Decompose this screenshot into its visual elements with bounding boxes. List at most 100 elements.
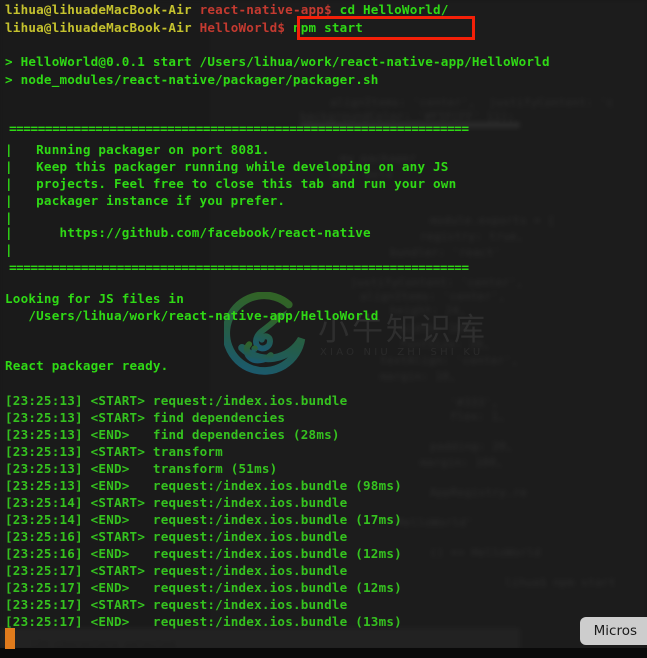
log-gap — [83, 478, 91, 493]
log-tag: <START> — [90, 563, 146, 578]
log-tag: <START> — [90, 529, 146, 544]
log-row: [23:25:16] <END> request:/index.ios.bund… — [5, 545, 402, 562]
taskbar-chip-microsoft[interactable]: Micros — [579, 617, 647, 645]
banner-line: | packager instance if you prefer. — [5, 193, 286, 208]
log-row: [23:25:13] <START> transform — [5, 443, 223, 460]
banner-rule-bottom: ========================================… — [9, 260, 469, 275]
log-gap — [83, 580, 91, 595]
command-highlight-box — [297, 16, 475, 40]
terminal-cursor — [5, 628, 15, 649]
log-tag: <START> — [90, 393, 146, 408]
log-tag: <END> — [90, 478, 130, 493]
log-time: [23:25:16] — [5, 529, 83, 544]
log-tag: <START> — [90, 410, 146, 425]
log-tag: <START> — [90, 597, 146, 612]
log-message: request:/index.ios.bundle (98ms) — [137, 478, 402, 493]
log-gap — [145, 410, 153, 425]
log-tag: <END> — [90, 580, 130, 595]
log-row: [23:25:13] <END> transform (51ms) — [5, 460, 277, 477]
log-message: request:/index.ios.bundle (17ms) — [137, 512, 402, 527]
prompt-user-host: lihua@lihuadeMacBook-Air — [5, 20, 192, 35]
log-gap — [145, 529, 153, 544]
log-row: [23:25:17] <START> request:/index.ios.bu… — [5, 562, 347, 579]
log-time: [23:25:16] — [5, 546, 83, 561]
npm-output-line: > HelloWorld@0.0.1 start /Users/lihua/wo… — [5, 54, 550, 69]
log-message: request:/index.ios.bundle — [152, 393, 348, 408]
log-time: [23:25:13] — [5, 393, 83, 408]
log-message: transform (51ms) — [137, 461, 278, 476]
log-tag: <END> — [90, 461, 130, 476]
log-time: [23:25:17] — [5, 580, 83, 595]
bottom-band — [0, 648, 647, 658]
log-tag: <START> — [90, 495, 146, 510]
banner-line: | Running packager on port 8081. — [5, 142, 270, 157]
prompt-user-host: lihua@lihuadeMacBook-Air — [5, 2, 192, 17]
prompt-space-4 — [285, 20, 293, 35]
log-message: transform — [152, 444, 223, 459]
log-message: request:/index.ios.bundle (12ms) — [137, 580, 402, 595]
log-gap — [83, 546, 91, 561]
log-time: [23:25:13] — [5, 427, 83, 442]
log-gap — [145, 444, 153, 459]
log-time: [23:25:14] — [5, 512, 83, 527]
log-time: [23:25:17] — [5, 563, 83, 578]
banner-line: | projects. Feel free to close this tab … — [5, 176, 457, 191]
log-time: [23:25:13] — [5, 478, 83, 493]
log-gap — [145, 597, 153, 612]
log-gap — [83, 410, 91, 425]
log-message: find dependencies (28ms) — [137, 427, 340, 442]
log-time: [23:25:17] — [5, 614, 83, 629]
log-gap — [83, 495, 91, 510]
log-gap — [83, 427, 91, 442]
log-message: request:/index.ios.bundle (12ms) — [137, 546, 402, 561]
log-time: [23:25:13] — [5, 461, 83, 476]
terminal-output[interactable]: lihua@lihuadeMacBook-Air react-native-ap… — [0, 0, 647, 658]
log-gap — [83, 393, 91, 408]
log-tag: <END> — [90, 512, 130, 527]
log-row: [23:25:17] <START> request:/index.ios.bu… — [5, 596, 347, 613]
log-tag: <END> — [90, 427, 130, 442]
log-row: [23:25:17] <END> request:/index.ios.bund… — [5, 613, 402, 630]
taskbar-chip-label: Micros — [593, 623, 637, 639]
log-message: find dependencies — [152, 410, 286, 425]
log-tag: <END> — [90, 614, 130, 629]
log-gap — [83, 614, 91, 629]
packager-ready-message: React packager ready. — [5, 358, 169, 373]
prompt-command: cd HelloWorld/ — [339, 2, 449, 17]
log-message: request:/index.ios.bundle — [152, 495, 348, 510]
log-gap — [83, 512, 91, 527]
prompt-space-3 — [192, 20, 200, 35]
log-gap — [145, 393, 153, 408]
log-time: [23:25:14] — [5, 495, 83, 510]
prompt-cwd: HelloWorld$ — [199, 20, 286, 35]
log-message: request:/index.ios.bundle — [152, 529, 348, 544]
log-gap — [83, 529, 91, 544]
banner-line: | Keep this packager running while devel… — [5, 159, 449, 174]
log-time: [23:25:13] — [5, 410, 83, 425]
log-gap — [83, 461, 91, 476]
log-time: [23:25:13] — [5, 444, 83, 459]
scan-path: /Users/lihua/work/react-native-app/Hello… — [5, 308, 379, 323]
terminal-window: alignItems: 'center', justifyContent: 'c… — [0, 0, 647, 658]
banner-line: | — [5, 242, 13, 257]
log-row: [23:25:17] <END> request:/index.ios.bund… — [5, 579, 402, 596]
log-message: request:/index.ios.bundle (13ms) — [137, 614, 402, 629]
npm-output-line: > node_modules/react-native/packager/pac… — [5, 72, 379, 87]
log-row: [23:25:13] <START> request:/index.ios.bu… — [5, 392, 347, 409]
banner-link-line[interactable]: | https://github.com/facebook/react-nati… — [5, 224, 371, 241]
log-row: [23:25:13] <END> find dependencies (28ms… — [5, 426, 340, 443]
log-row: [23:25:13] <START> find dependencies — [5, 409, 285, 426]
prompt-cwd: react-native-app$ — [199, 2, 332, 17]
log-gap — [145, 495, 153, 510]
scan-heading: Looking for JS files in — [5, 291, 184, 306]
log-message: request:/index.ios.bundle — [152, 597, 348, 612]
log-gap — [83, 563, 91, 578]
log-row: [23:25:14] <END> request:/index.ios.bund… — [5, 511, 402, 528]
log-gap — [145, 563, 153, 578]
log-tag: <END> — [90, 546, 130, 561]
log-tag: <START> — [90, 444, 146, 459]
prompt-space-2 — [332, 2, 340, 17]
log-row: [23:25:16] <START> request:/index.ios.bu… — [5, 528, 347, 545]
log-gap — [83, 597, 91, 612]
prompt-space-1 — [192, 2, 200, 17]
